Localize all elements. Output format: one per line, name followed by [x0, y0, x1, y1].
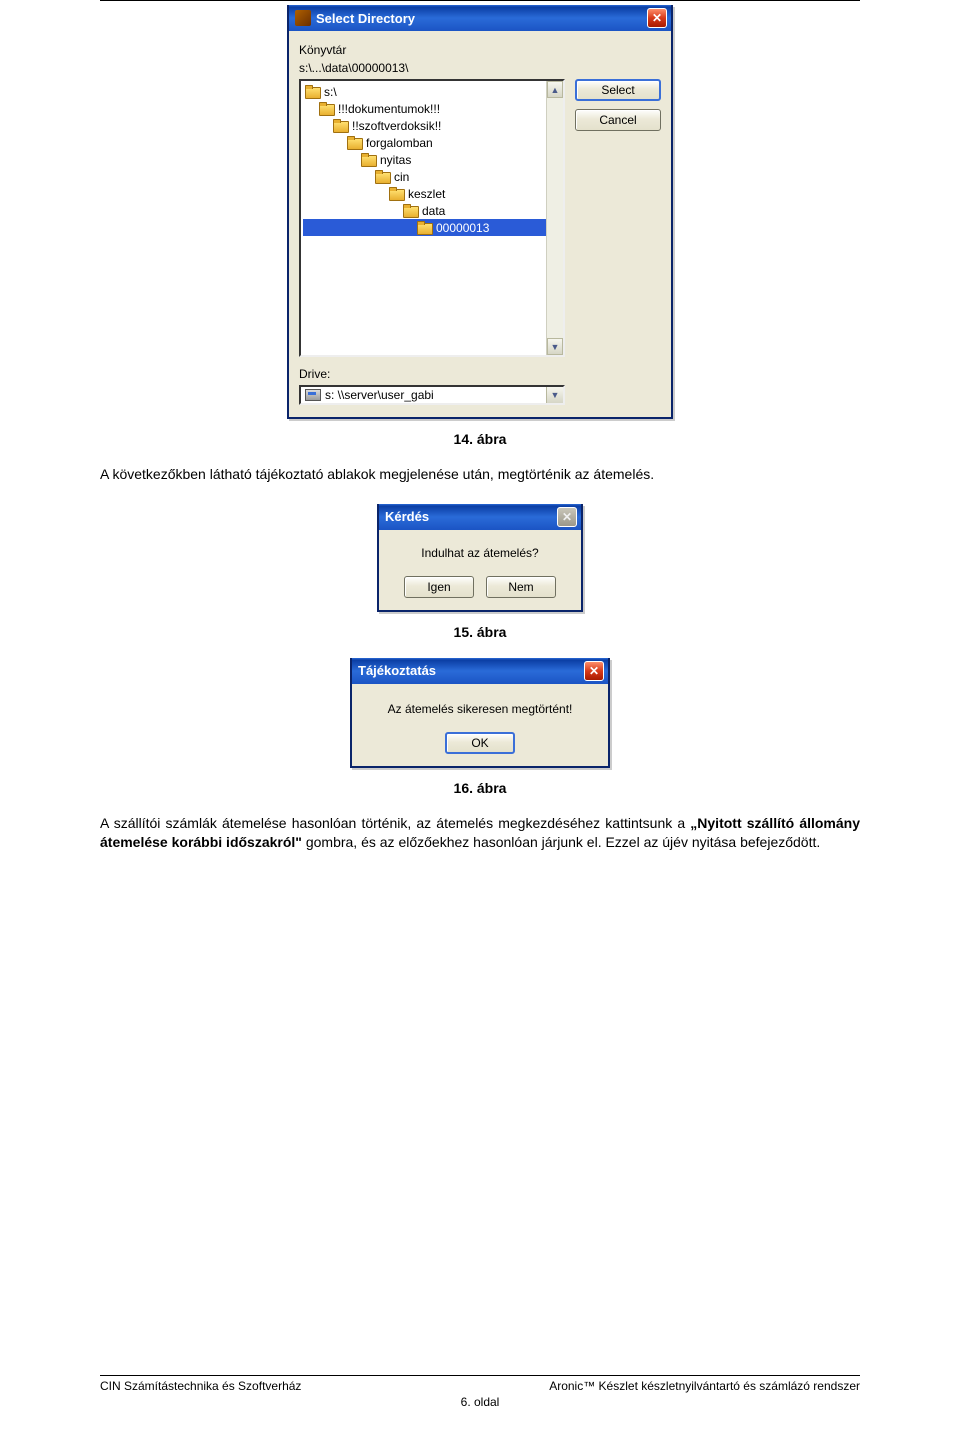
folder-icon: [347, 136, 363, 149]
drive-icon: [305, 389, 321, 401]
close-icon: ✕: [557, 507, 577, 527]
question-text: Indulhat az átemelés?: [391, 546, 569, 560]
folder-icon: [403, 204, 419, 217]
select-directory-titlebar[interactable]: Select Directory ✕: [289, 5, 671, 31]
scroll-up-icon[interactable]: ▲: [547, 81, 563, 98]
tree-scrollbar[interactable]: ▲ ▼: [546, 81, 563, 355]
folder-icon: [389, 187, 405, 200]
folder-icon: [319, 102, 335, 115]
figure-caption-14: 14. ábra: [100, 431, 860, 447]
info-text: Az átemelés sikeresen megtörtént!: [362, 702, 598, 716]
select-directory-dialog: Select Directory ✕ Könyvtár s:\...\data\…: [287, 5, 673, 419]
directory-label: Könyvtár: [299, 43, 661, 57]
tree-item-label: data: [422, 204, 445, 218]
tree-item[interactable]: nyitas: [303, 151, 563, 168]
tree-item[interactable]: !!szoftverdoksik!!: [303, 117, 563, 134]
figure-caption-16: 16. ábra: [100, 780, 860, 796]
no-button[interactable]: Nem: [486, 576, 556, 598]
para2-post: gombra, és az előzőekhez hasonlóan járju…: [302, 834, 820, 850]
tree-item[interactable]: keszlet: [303, 185, 563, 202]
select-directory-title: Select Directory: [316, 11, 647, 26]
tree-item-label: cin: [394, 170, 409, 184]
page-footer: CIN Számítástechnika és Szoftverház Aron…: [100, 1375, 860, 1409]
folder-icon: [375, 170, 391, 183]
folder-icon: [417, 221, 433, 234]
tree-item[interactable]: data: [303, 202, 563, 219]
chevron-down-icon[interactable]: ▼: [546, 387, 563, 403]
close-icon[interactable]: ✕: [584, 661, 604, 681]
info-dialog: Tájékoztatás ✕ Az átemelés sikeresen meg…: [350, 658, 610, 768]
select-button[interactable]: Select: [575, 79, 661, 101]
tree-item-label: nyitas: [380, 153, 411, 167]
folder-icon: [305, 85, 321, 98]
tree-item[interactable]: forgalomban: [303, 134, 563, 151]
tree-item-label: keszlet: [408, 187, 445, 201]
tree-item[interactable]: 00000013: [303, 219, 546, 236]
drive-label: Drive:: [299, 367, 661, 381]
tree-item[interactable]: !!!dokumentumok!!!: [303, 100, 563, 117]
question-title: Kérdés: [385, 509, 557, 524]
directory-tree-list[interactable]: s:\!!!dokumentumok!!! !!szoftverdoksik!! f…: [299, 79, 565, 357]
tree-item-label: forgalomban: [366, 136, 433, 150]
directory-path: s:\...\data\00000013\: [299, 61, 661, 75]
drive-dropdown[interactable]: s: \\server\user_gabi ▼: [299, 385, 565, 405]
question-titlebar[interactable]: Kérdés ✕: [379, 504, 581, 530]
folder-icon: [333, 119, 349, 132]
tree-item[interactable]: s:\: [303, 83, 563, 100]
footer-page: 6. oldal: [100, 1395, 860, 1409]
ok-button[interactable]: OK: [445, 732, 515, 754]
footer-rule: [100, 1375, 860, 1376]
info-title: Tájékoztatás: [358, 663, 584, 678]
tree-item[interactable]: cin: [303, 168, 563, 185]
yes-button[interactable]: Igen: [404, 576, 474, 598]
tree-item-label: !!szoftverdoksik!!: [352, 119, 441, 133]
tree-item-label: !!!dokumentumok!!!: [338, 102, 440, 116]
para2-pre: A szállítói számlák átemelése hasonlóan …: [100, 815, 690, 831]
drive-value: s: \\server\user_gabi: [325, 388, 434, 402]
question-dialog: Kérdés ✕ Indulhat az átemelés? Igen Nem: [377, 504, 583, 612]
tree-item-label: s:\: [324, 85, 337, 99]
scroll-down-icon[interactable]: ▼: [547, 338, 563, 355]
footer-right: Aronic™ Készlet készletnyilvántartó és s…: [301, 1379, 860, 1393]
folder-icon: [361, 153, 377, 166]
cancel-button[interactable]: Cancel: [575, 109, 661, 131]
footer-left: CIN Számítástechnika és Szoftverház: [100, 1379, 301, 1393]
figure-caption-15: 15. ábra: [100, 624, 860, 640]
close-icon[interactable]: ✕: [647, 8, 667, 28]
paragraph-2: A szállítói számlák átemelése hasonlóan …: [100, 814, 860, 852]
page-top-rule: [100, 0, 860, 1]
paragraph-1: A következőkben látható tájékoztató abla…: [100, 465, 860, 484]
tree-item-label: 00000013: [436, 221, 489, 235]
info-titlebar[interactable]: Tájékoztatás ✕: [352, 658, 608, 684]
app-icon: [295, 10, 311, 26]
